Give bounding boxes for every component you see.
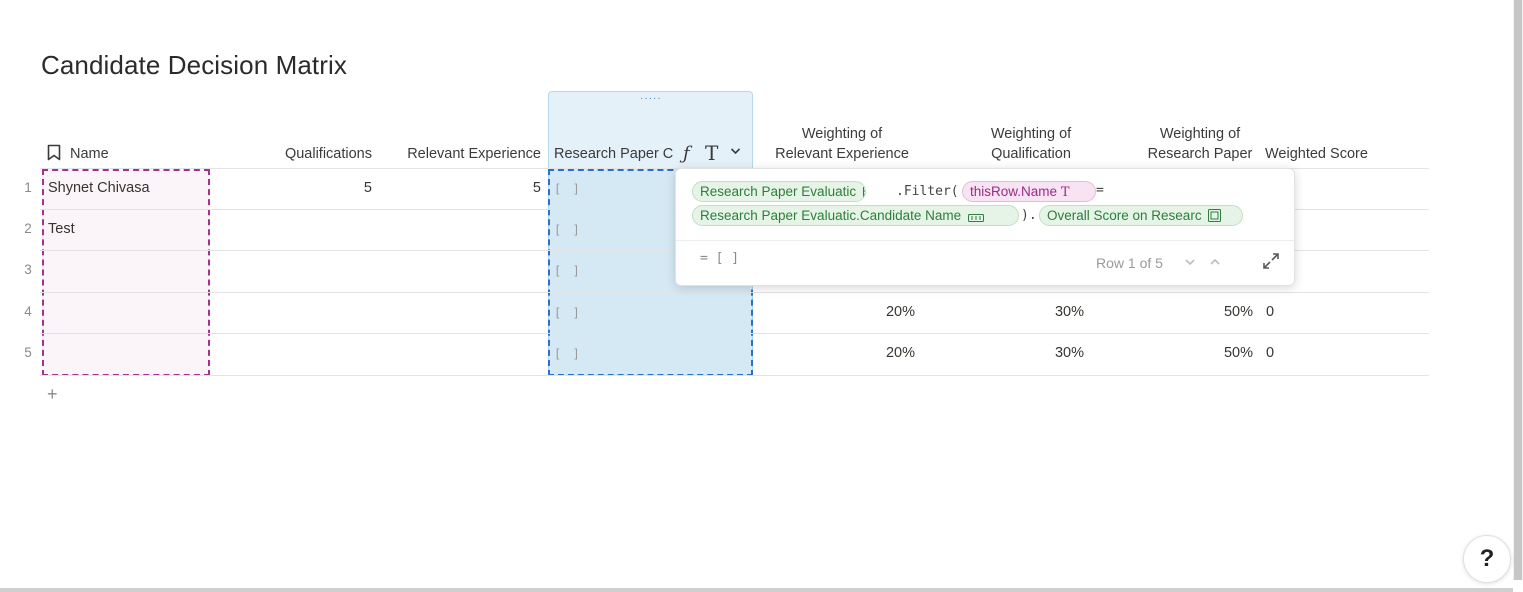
lookup-icon <box>1208 209 1222 222</box>
popup-divider <box>676 240 1294 241</box>
cell-weighting-qualification[interactable]: 30% <box>950 343 1084 363</box>
formula-result: = [ ] <box>700 251 740 266</box>
header-line: Relevant Experience <box>775 146 909 162</box>
column-header-weighting-qualification[interactable]: Weighting of Qualification <box>950 124 1112 164</box>
formula-dot: ). <box>1021 208 1037 223</box>
cell-research-paper[interactable]: [ ] <box>554 303 582 323</box>
column-header-relevant-experience[interactable]: Relevant Experience <box>380 144 541 164</box>
column-header-qualifications[interactable]: Qualifications <box>250 144 372 164</box>
formula-equals: = <box>1096 183 1104 198</box>
row-number: 2 <box>24 221 32 236</box>
column-header-weighted-score[interactable]: Weighted Score <box>1265 144 1368 164</box>
header-line: Weighting of <box>990 126 1072 142</box>
text-type-icon: T <box>705 141 719 165</box>
bookmark-icon <box>47 144 61 161</box>
table-icon <box>862 187 865 198</box>
row-number: 5 <box>24 345 32 360</box>
expand-icon[interactable] <box>1262 252 1280 270</box>
chip-label: Research Paper Evaluatic <box>700 184 857 199</box>
cell-relevant-experience[interactable]: 5 <box>380 178 541 198</box>
cell-name[interactable]: Shynet Chivasa <box>48 178 150 198</box>
row-number: 1 <box>24 180 32 195</box>
chip-label: Research Paper Evaluatic.Candidate Name <box>700 208 962 223</box>
scrollbar-thumb[interactable] <box>1514 0 1522 580</box>
cell-research-paper[interactable]: [ ] <box>554 261 582 281</box>
header-line: Research Paper <box>1147 146 1253 162</box>
formula-icon: ƒ <box>683 143 690 164</box>
chip-label: thisRow.Name <box>970 184 1058 199</box>
cell-weighted-score[interactable]: 0 <box>1266 302 1274 322</box>
row-divider <box>40 292 1429 293</box>
text-type-icon: T <box>1060 185 1070 200</box>
formula-filter-text: .Filter( <box>896 184 959 199</box>
chip-column-reference[interactable]: Research Paper Evaluatic.Candidate Name <box>692 205 1019 226</box>
cell-name[interactable]: Test <box>48 219 75 239</box>
column-header-name[interactable]: Name <box>70 144 109 164</box>
chip-score-reference[interactable]: Overall Score on Researc <box>1039 205 1243 226</box>
column-icon <box>967 214 984 222</box>
vertical-scrollbar[interactable] <box>1513 0 1523 580</box>
row-number: 3 <box>24 262 32 277</box>
cell-weighting-research[interactable]: 50% <box>1115 343 1253 363</box>
row-divider <box>40 333 1429 334</box>
chevron-up-icon[interactable] <box>1209 258 1221 266</box>
add-row-button[interactable]: + <box>47 384 58 405</box>
chevron-down-icon[interactable] <box>730 147 741 155</box>
row-divider <box>40 375 1429 376</box>
row-counter: Row 1 of 5 <box>1096 255 1163 271</box>
row-number: 4 <box>24 304 32 319</box>
column-header-weighting-experience[interactable]: Weighting of Relevant Experience <box>758 124 926 164</box>
cell-research-paper[interactable]: [ ] <box>554 344 582 364</box>
chevron-down-icon[interactable] <box>1184 258 1196 266</box>
cell-weighting-experience[interactable]: 20% <box>758 343 915 363</box>
column-header-research-paper[interactable]: Research Paper C <box>554 144 678 164</box>
header-line: Weighting of <box>801 126 883 142</box>
formula-popup: Research Paper Evaluatic .Filter( thisRo… <box>675 168 1295 286</box>
column-drag-handle[interactable]: ····· <box>640 93 662 104</box>
cell-research-paper[interactable]: [ ] <box>554 179 582 199</box>
cell-research-paper[interactable]: [ ] <box>554 220 582 240</box>
header-line: Weighting of <box>1159 126 1241 142</box>
chip-label: Overall Score on Researc <box>1047 208 1202 223</box>
cell-weighting-experience[interactable]: 20% <box>758 302 915 322</box>
name-column-selection <box>42 169 210 376</box>
horizontal-scrollbar[interactable] <box>0 588 1513 592</box>
cell-qualifications[interactable]: 5 <box>250 178 372 198</box>
cell-weighting-qualification[interactable]: 30% <box>950 302 1084 322</box>
cell-weighted-score[interactable]: 0 <box>1266 343 1274 363</box>
column-header-weighting-research[interactable]: Weighting of Research Paper <box>1115 124 1285 164</box>
header-line: Qualification <box>991 146 1071 162</box>
chip-table-reference[interactable]: Research Paper Evaluatic <box>692 181 866 202</box>
help-button[interactable]: ? <box>1463 535 1511 583</box>
chip-this-row[interactable]: thisRow.Name T <box>962 181 1096 202</box>
cell-weighting-research[interactable]: 50% <box>1115 302 1253 322</box>
